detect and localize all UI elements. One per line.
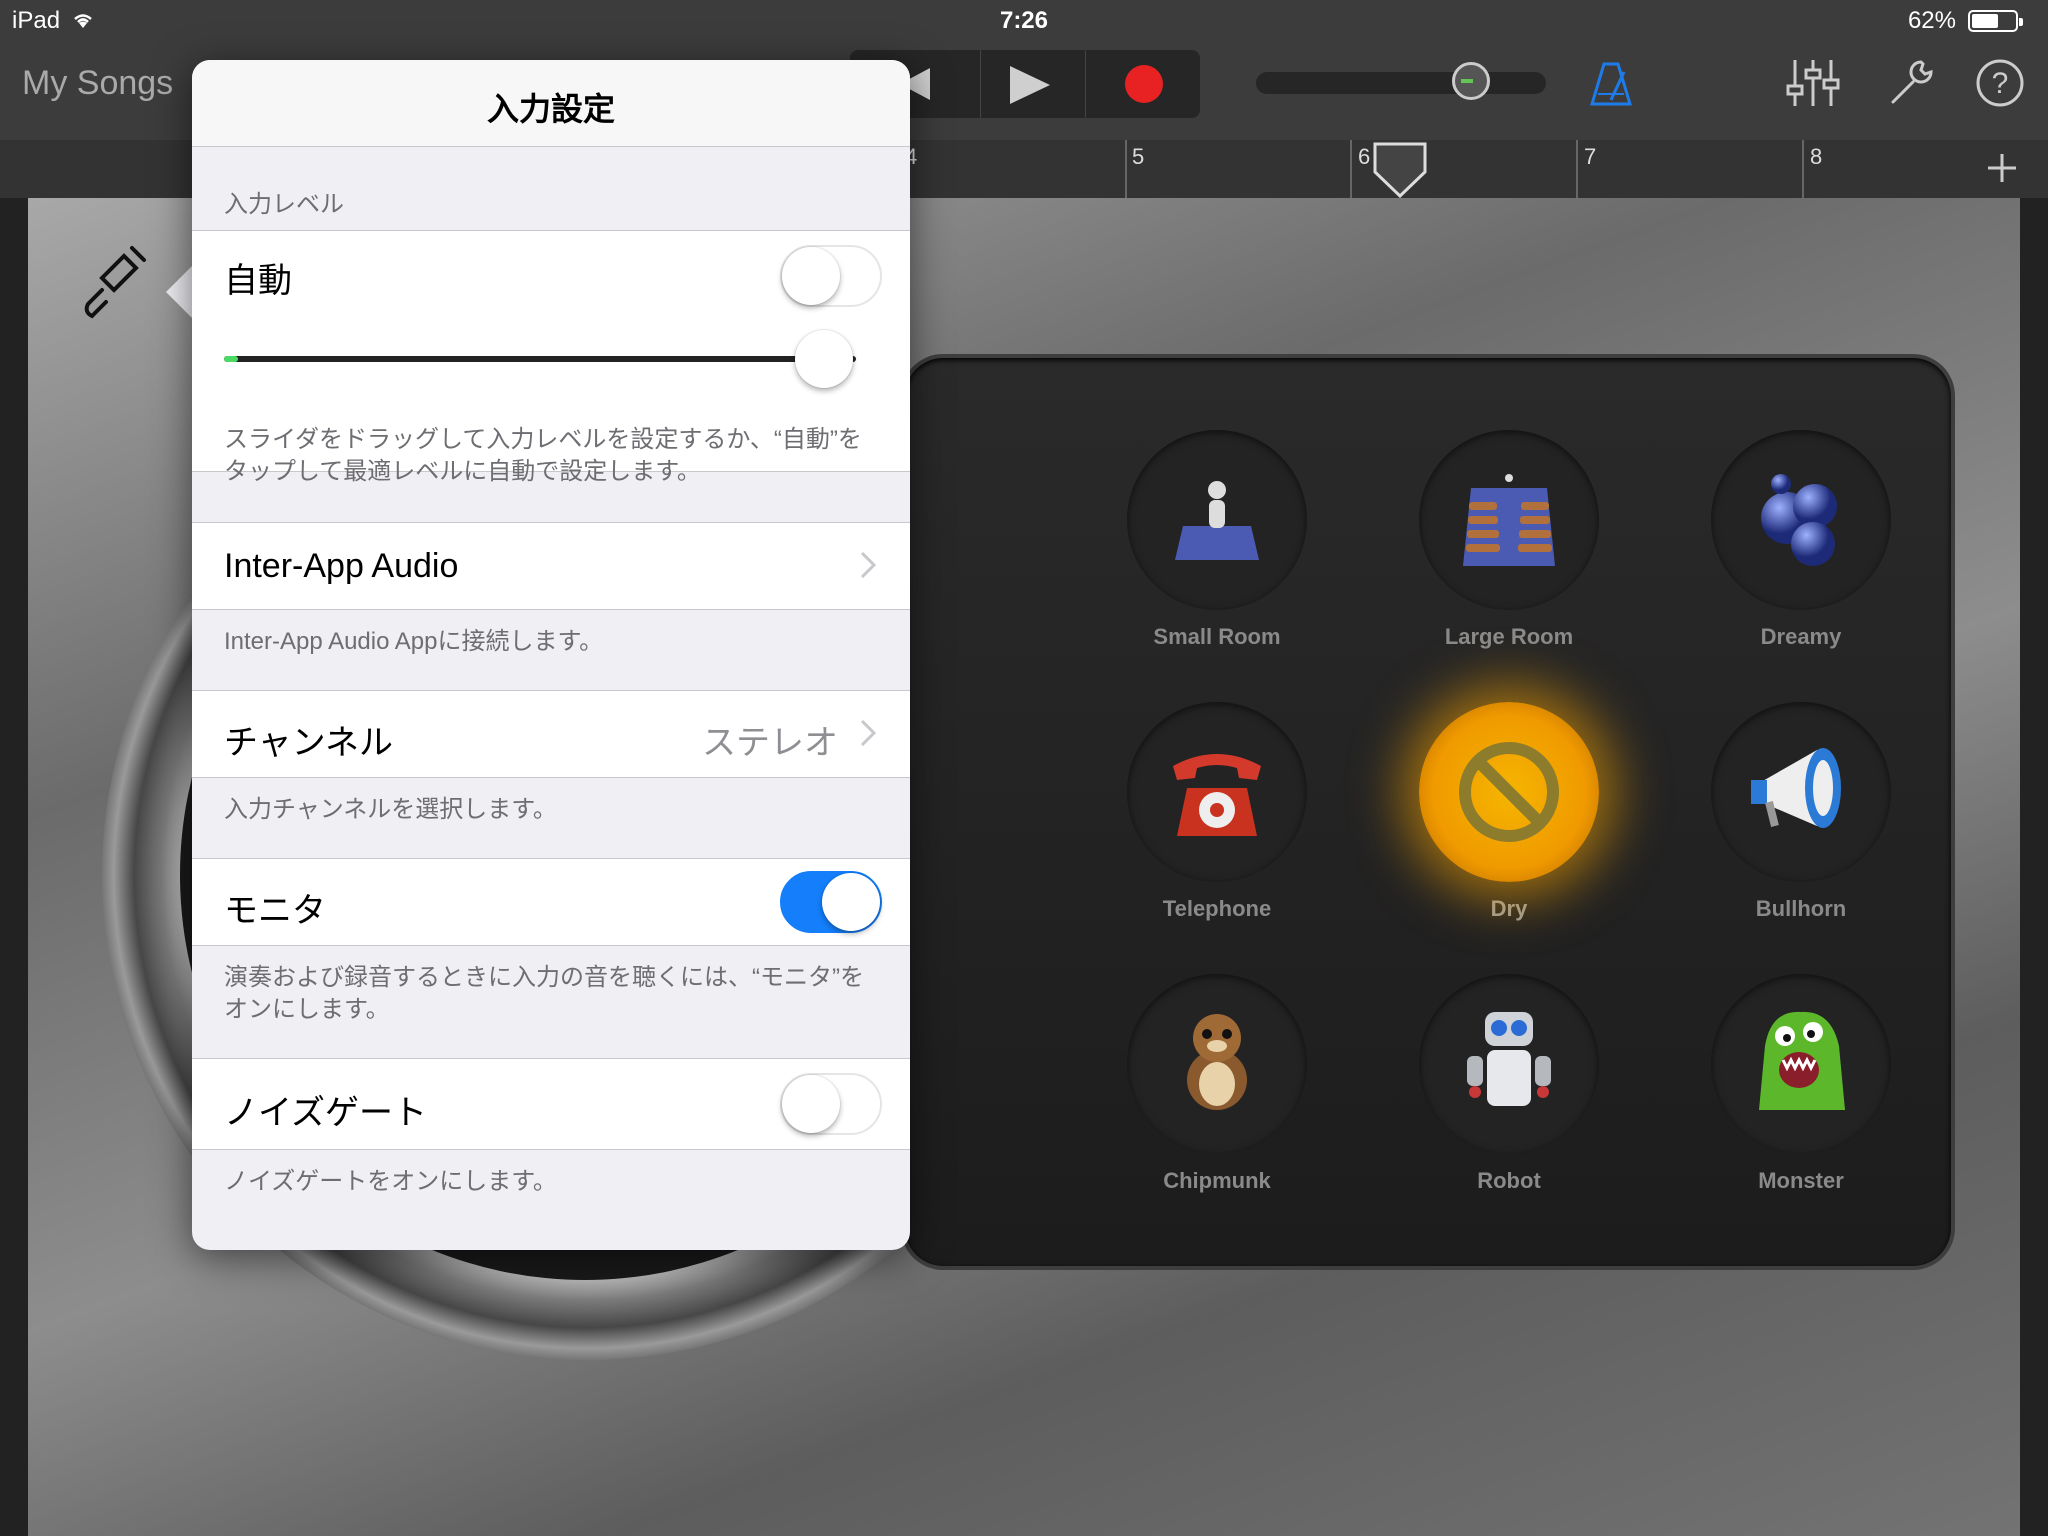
help-icon[interactable]: ?: [1975, 58, 2025, 113]
chevron-right-icon: [860, 719, 877, 752]
noise-gate-toggle[interactable]: [780, 1073, 882, 1135]
input-settings-popover: 入力設定 入力レベル 自動 スライダをドラッグして入力レベルを設定するか、“自動…: [192, 60, 910, 1250]
auto-label: 自動: [224, 262, 292, 300]
ruler-mark: 7: [1584, 144, 1597, 169]
auto-toggle[interactable]: [780, 245, 882, 307]
effect-label: Dry: [1490, 896, 1528, 921]
noise-gate-label: ノイズゲート: [224, 1094, 427, 1132]
monitor-label: モニタ: [224, 892, 326, 930]
chipmunk-icon: [1175, 1004, 1259, 1119]
effect-label: Robot: [1477, 1168, 1541, 1193]
effect-label: Chipmunk: [1163, 1168, 1271, 1193]
amp-edge-right: [2020, 198, 2048, 1536]
clock: 7:26: [999, 7, 1049, 34]
megaphone-icon: [1747, 742, 1857, 847]
small-room-icon: [1171, 474, 1263, 575]
master-volume-knob[interactable]: [1452, 62, 1490, 100]
ruler-mark: 6: [1358, 144, 1371, 169]
popover-title: 入力設定: [486, 91, 615, 127]
add-section-icon[interactable]: [1984, 150, 2020, 191]
effect-label: Dreamy: [1760, 624, 1842, 649]
input-level-knob[interactable]: [795, 330, 854, 388]
effect-dry[interactable]: Dry: [1389, 702, 1629, 922]
effect-label: Large Room: [1444, 624, 1574, 649]
effect-large-room[interactable]: Large Room: [1389, 430, 1629, 650]
wrench-icon[interactable]: [1885, 58, 1935, 113]
record-button[interactable]: [1095, 50, 1225, 118]
channel-footer: 入力チャンネルを選択します。: [224, 796, 557, 823]
input-level-header: 入力レベル: [224, 191, 344, 218]
effect-telephone[interactable]: Telephone: [1097, 702, 1337, 922]
amp-edge-left: [0, 198, 28, 1536]
effect-small-room[interactable]: Small Room: [1097, 430, 1337, 650]
play-icon: [1010, 66, 1050, 104]
inter-app-audio-cell[interactable]: Inter-App Audio: [192, 522, 910, 610]
effect-label: Monster: [1758, 1168, 1844, 1193]
effect-label: Telephone: [1162, 896, 1272, 921]
svg-text:?: ?: [1992, 67, 2009, 100]
input-level-footer: スライダをドラッグして入力レベルを設定するか、“自動”をタップして最適レベルに自…: [224, 426, 862, 485]
playhead-marker[interactable]: [1373, 142, 1427, 203]
monitor-toggle[interactable]: [780, 871, 882, 933]
metronome-icon[interactable]: [1588, 60, 1634, 113]
input-level-meter: [224, 356, 238, 362]
record-icon: [1125, 65, 1163, 103]
inter-app-audio-footer: Inter-App Audio Appに接続します。: [224, 628, 604, 655]
robot-icon: [1459, 1006, 1559, 1121]
telephone-icon: [1169, 748, 1265, 845]
effect-bullhorn[interactable]: Bullhorn: [1681, 702, 1921, 922]
no-effect-icon: [1455, 738, 1563, 851]
noise-gate-footer: ノイズゲートをオンにします。: [224, 1168, 557, 1195]
channel-value: ステレオ: [702, 724, 838, 762]
popover-header: 入力設定: [192, 60, 910, 147]
battery-percent: 62%: [1907, 7, 1956, 34]
play-button[interactable]: [955, 50, 1086, 118]
large-room-icon: [1459, 470, 1559, 575]
channel-label: チャンネル: [224, 724, 393, 762]
effect-monster[interactable]: Monster: [1681, 974, 1921, 1194]
popover-arrow: [166, 264, 194, 320]
chevron-right-icon: [860, 551, 877, 584]
master-volume-slider[interactable]: [1256, 72, 1546, 94]
mixer-icon[interactable]: [1785, 58, 1841, 113]
ruler-mark: 5: [1132, 144, 1145, 169]
voice-effects-panel: Small Room Large Room Dreamy Telephone D…: [905, 358, 1951, 1266]
effect-chipmunk[interactable]: Chipmunk: [1097, 974, 1337, 1194]
ruler-mark: 8: [1810, 144, 1823, 169]
noise-gate-cell: ノイズゲート: [192, 1058, 910, 1150]
inter-app-audio-label: Inter-App Audio: [224, 547, 459, 585]
battery-icon: [1968, 10, 2023, 32]
effect-robot[interactable]: Robot: [1389, 974, 1629, 1194]
my-songs-button[interactable]: My Songs: [22, 64, 173, 103]
status-bar: iPad 7:26 62%: [0, 0, 2048, 40]
channel-cell[interactable]: チャンネル ステレオ: [192, 690, 910, 778]
input-level-slider[interactable]: [224, 356, 856, 362]
monster-icon: [1751, 1006, 1851, 1121]
effect-dreamy[interactable]: Dreamy: [1681, 430, 1921, 650]
effect-label: Small Room: [1153, 624, 1281, 649]
effect-label: Bullhorn: [1755, 896, 1847, 921]
bubbles-icon: [1751, 466, 1851, 575]
monitor-cell: モニタ: [192, 858, 910, 946]
monitor-footer: 演奏および録音するときに入力の音を聴くには、“モニタ”をオンにします。: [224, 964, 864, 1023]
input-jack-icon[interactable]: [80, 242, 150, 327]
